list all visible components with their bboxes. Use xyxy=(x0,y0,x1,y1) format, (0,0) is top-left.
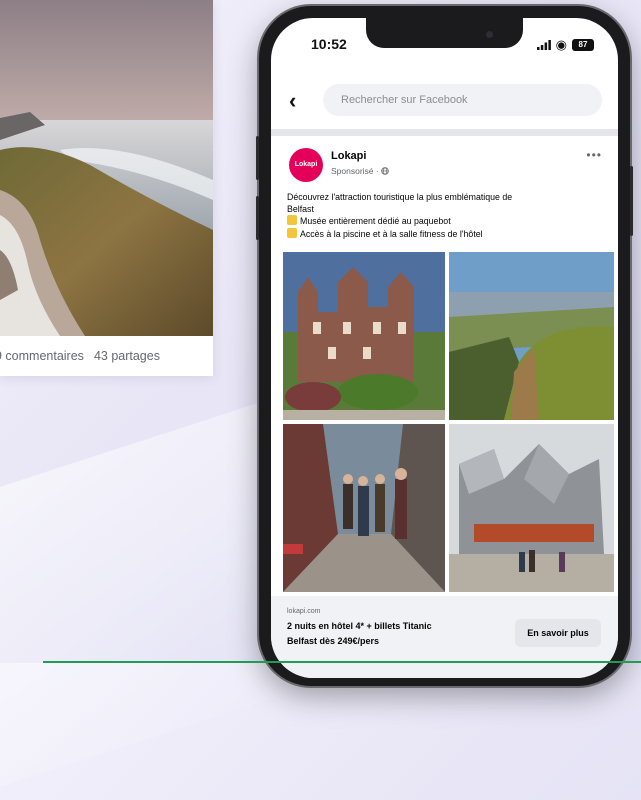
back-arrow-icon[interactable]: ‹ xyxy=(289,90,296,112)
battery-icon: 87 xyxy=(572,39,594,51)
phone-side-button xyxy=(256,136,259,180)
cta-source: lokapi.com xyxy=(287,608,321,615)
phone-power-button xyxy=(630,166,633,236)
thumbs-up-icon xyxy=(287,227,297,238)
facebook-search-bar: ‹ Rechercher sur Facebook xyxy=(271,84,618,120)
facebook-post-card: 9 commentaires 43 partages xyxy=(0,0,213,376)
museum-illustration xyxy=(449,424,614,592)
signal-icon xyxy=(536,40,551,50)
ad-bullet: Musée entièrement dédié au paquebot xyxy=(287,215,605,228)
comments-count[interactable]: 9 commentaires xyxy=(0,349,84,363)
cliff-illustration xyxy=(449,252,614,420)
status-time: 10:52 xyxy=(311,36,347,52)
ad-bullet: Accès à la piscine et à la salle fitness… xyxy=(287,227,605,241)
ad-body-text: Découvrez l'attraction touristique la pl… xyxy=(287,192,605,240)
ad-text-line: Belfast xyxy=(287,203,314,214)
titanic-museum-photo[interactable] xyxy=(449,424,614,592)
street-market-photo[interactable] xyxy=(283,424,445,592)
castle-photo[interactable] xyxy=(283,252,445,420)
sponsored-text: Sponsorisé · xyxy=(331,166,382,176)
more-options-icon[interactable]: ••• xyxy=(586,148,602,162)
cta-price: Belfast dès 249€/pers xyxy=(287,636,380,646)
castle-illustration xyxy=(283,252,445,420)
shares-count[interactable]: 43 partages xyxy=(94,349,160,363)
globe-icon xyxy=(381,167,389,175)
coastal-cliff-photo[interactable] xyxy=(449,252,614,420)
phone-side-button xyxy=(256,196,259,240)
search-input[interactable]: Rechercher sur Facebook xyxy=(323,84,602,116)
learn-more-button[interactable]: En savoir plus xyxy=(515,619,601,647)
post-engagement-stats: 9 commentaires 43 partages xyxy=(0,336,213,376)
wifi-icon: ◉ xyxy=(555,37,567,52)
ad-image-grid[interactable] xyxy=(283,252,614,592)
advertiser-name[interactable]: Lokapi xyxy=(331,150,366,162)
advertiser-avatar[interactable]: Lokapi xyxy=(289,148,323,182)
ad-text-line: Découvrez l'attraction touristique la pl… xyxy=(287,192,513,202)
ad-bullet-text: Accès à la piscine et à la salle fitness… xyxy=(300,228,483,239)
ad-bullet-text: Musée entièrement dédié au paquebot xyxy=(300,216,451,226)
ad-call-to-action[interactable]: lokapi.com 2 nuits en hôtel 4* + billets… xyxy=(271,596,618,678)
cta-title: 2 nuits en hôtel 4* + billets Titanic xyxy=(287,621,432,631)
sponsored-label: Sponsorisé · xyxy=(331,166,389,176)
feed-divider xyxy=(271,129,618,136)
status-icons: ◉ 87 xyxy=(536,37,594,53)
camera-icon xyxy=(486,31,493,38)
street-illustration xyxy=(283,424,445,592)
coastal-landscape-photo xyxy=(0,0,213,336)
phone-notch xyxy=(366,18,523,48)
thumbs-up-icon xyxy=(287,215,297,225)
ad-header: Lokapi Lokapi Sponsorisé · ••• xyxy=(271,144,618,188)
phone-mockup: 10:52 ◉ 87 ‹ Rechercher sur Facebook Lok… xyxy=(256,6,633,686)
phone-screen: 10:52 ◉ 87 ‹ Rechercher sur Facebook Lok… xyxy=(271,18,618,678)
